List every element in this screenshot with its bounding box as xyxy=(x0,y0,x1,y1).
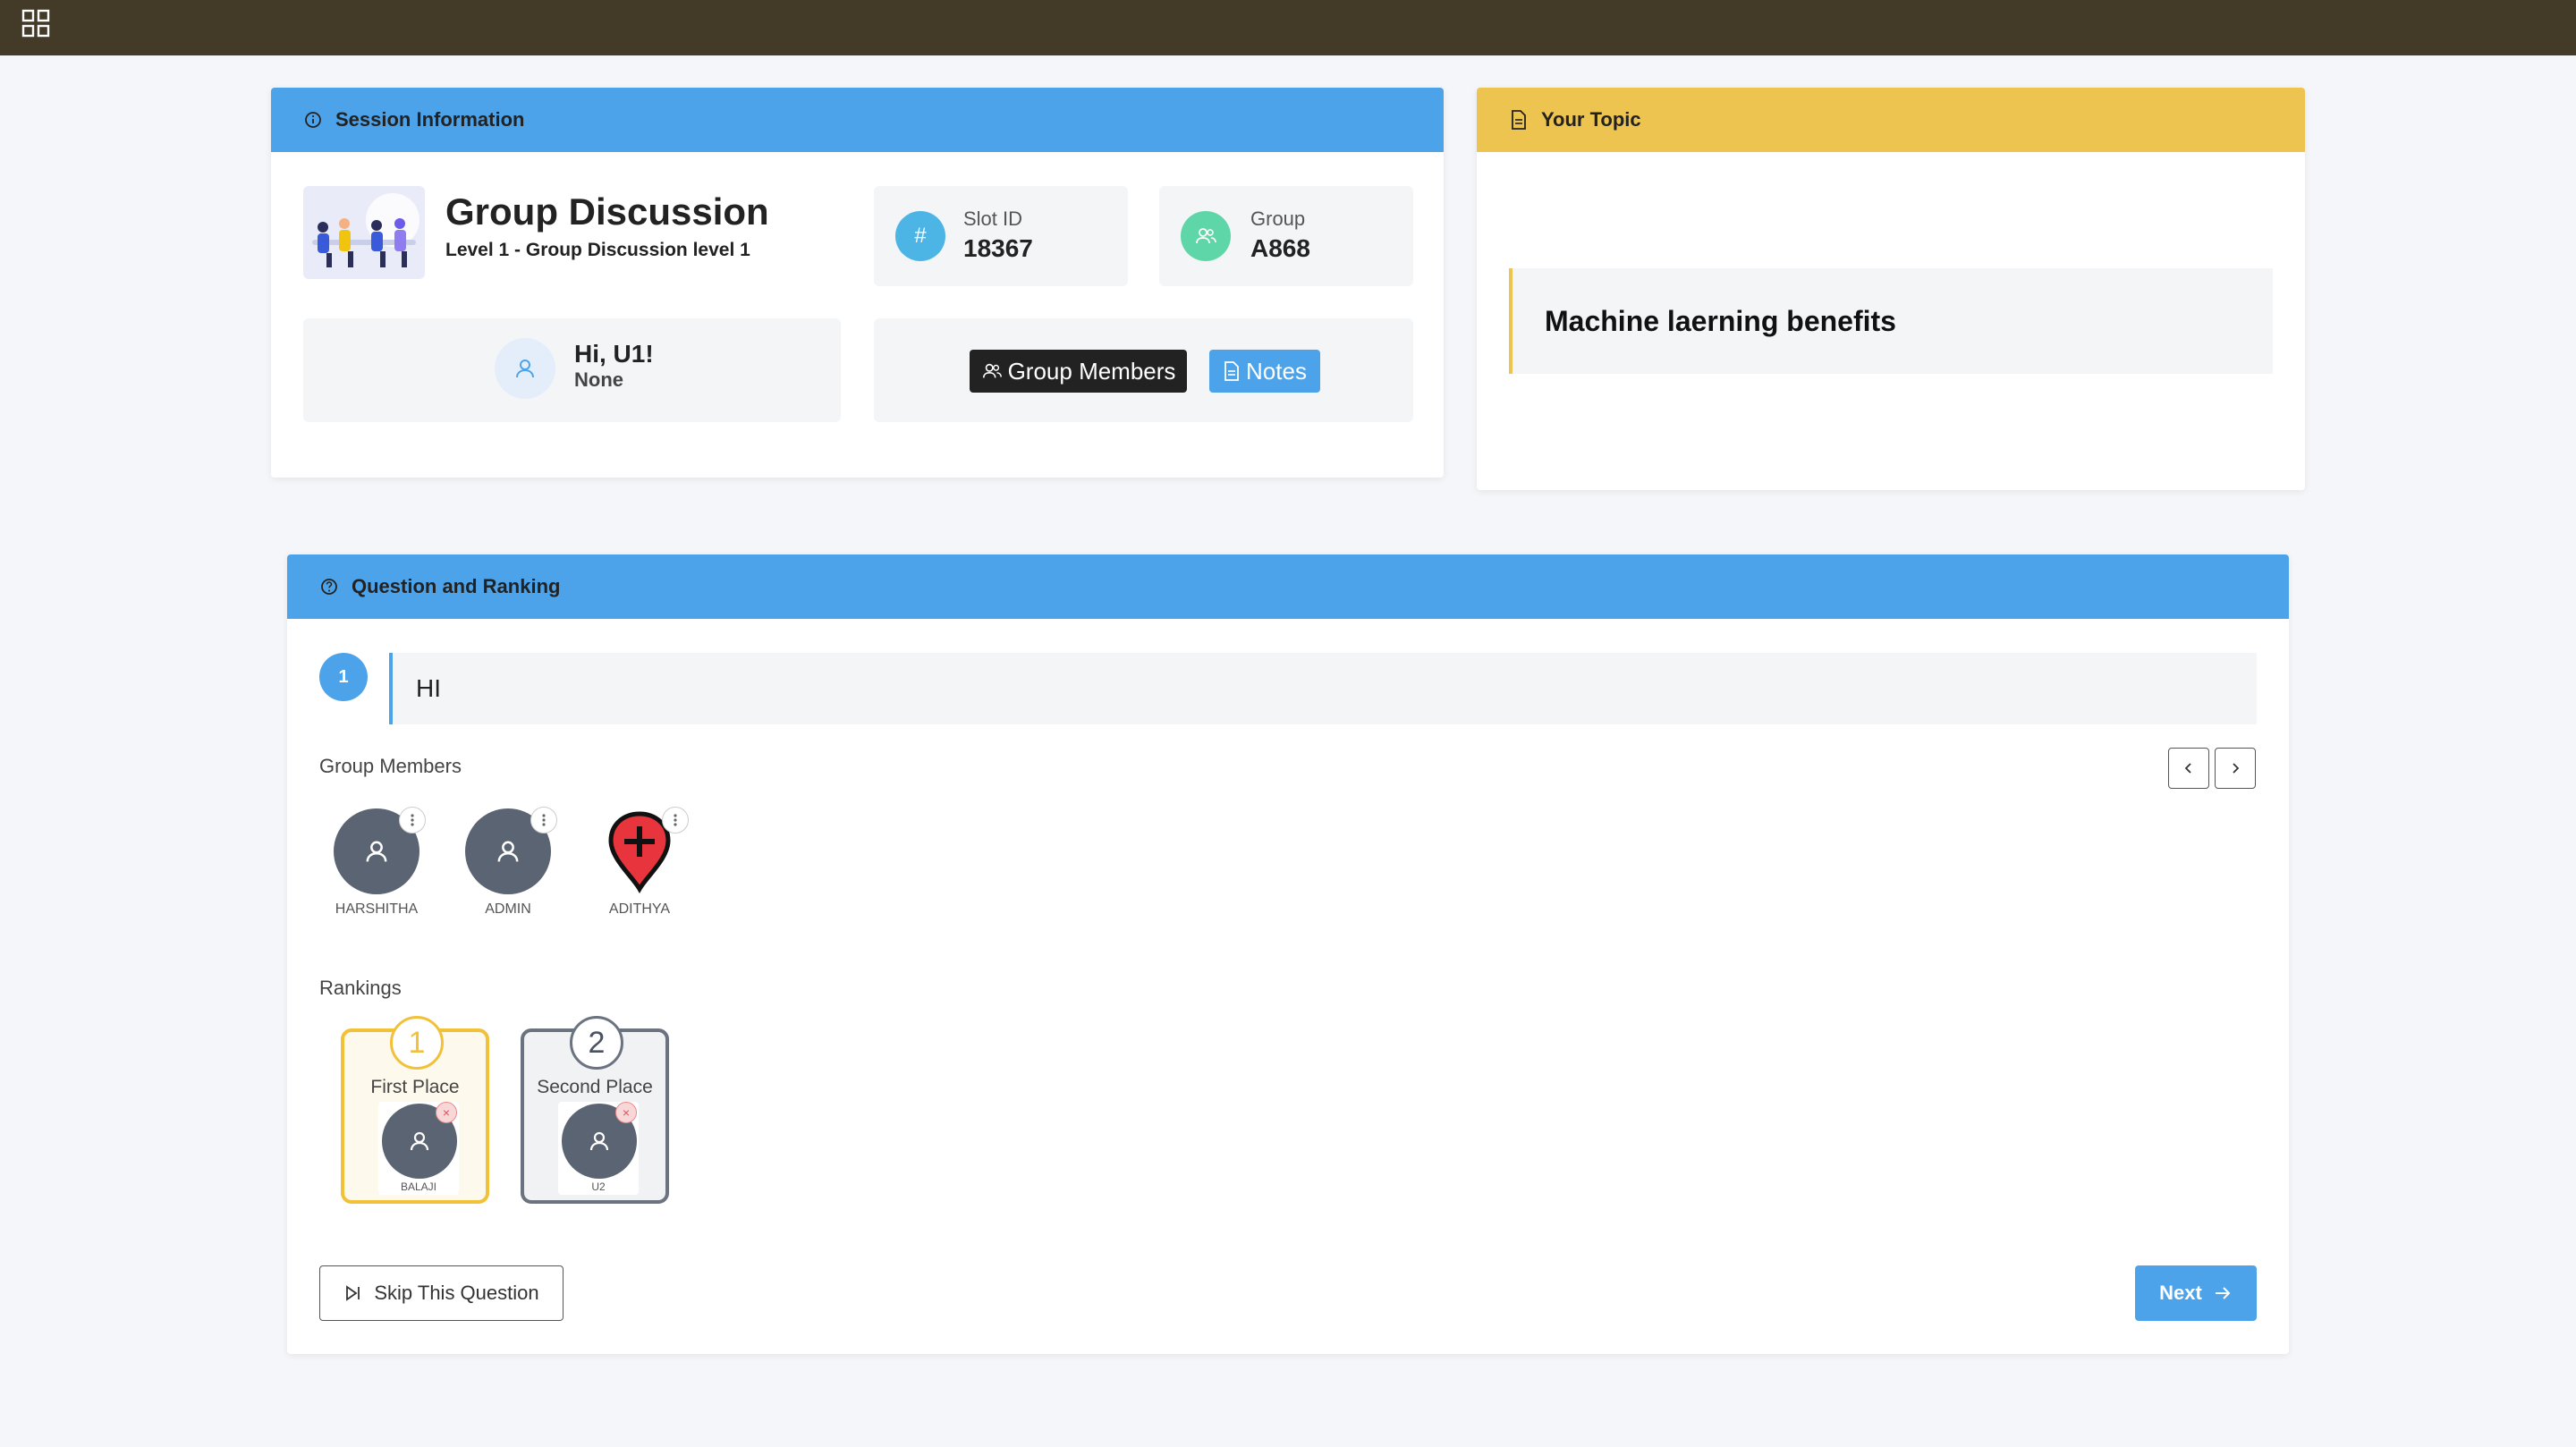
skip-question-button[interactable]: Skip This Question xyxy=(319,1265,564,1321)
notes-button-label: Notes xyxy=(1246,357,1307,385)
session-information-card: Session Information Group Discussion Lev… xyxy=(271,88,1444,478)
rank-number: 2 xyxy=(570,1016,623,1070)
rank-number: 1 xyxy=(390,1016,444,1070)
session-header-title: Session Information xyxy=(335,108,525,131)
users-icon xyxy=(1181,211,1231,261)
session-title: Group Discussion xyxy=(445,190,769,233)
notes-button[interactable]: Notes xyxy=(1209,350,1320,393)
ranked-member-name: U2 xyxy=(591,1180,606,1193)
slot-id-label: Slot ID xyxy=(963,207,1023,230)
remove-icon[interactable]: × xyxy=(615,1102,637,1123)
users-icon xyxy=(982,363,1002,378)
next-button-label: Next xyxy=(2159,1282,2202,1304)
group-members-button-label: Group Members xyxy=(1007,357,1176,385)
grid-icon[interactable] xyxy=(21,9,50,38)
question-ranking-header-title: Question and Ranking xyxy=(352,575,561,597)
user-greeting: Hi, U1! xyxy=(574,340,654,368)
skip-icon xyxy=(346,1285,360,1301)
your-topic-header-title: Your Topic xyxy=(1541,108,1641,131)
chevron-right-icon xyxy=(2233,763,2240,774)
question-number: 1 xyxy=(319,653,368,701)
ranked-member: × BALAJI xyxy=(378,1102,459,1195)
user-role: None xyxy=(574,368,623,391)
your-topic-card: Your Topic Machine laerning benefits xyxy=(1477,88,2305,490)
member-card[interactable]: ADITHYA xyxy=(590,807,689,918)
second-place-slot[interactable]: 2 Second Place × U2 xyxy=(521,1016,669,1204)
info-icon xyxy=(305,112,321,128)
first-place-slot[interactable]: 1 First Place × BALAJI xyxy=(341,1016,489,1204)
member-name: ADITHYA xyxy=(608,901,671,917)
question-ranking-card: Question and Ranking 1 HI Group Members … xyxy=(287,554,2289,1354)
rankings-label: Rankings xyxy=(319,977,402,999)
user-icon xyxy=(589,1131,609,1151)
more-options-icon[interactable] xyxy=(662,807,689,834)
your-topic-header: Your Topic xyxy=(1477,88,2305,152)
user-greeting-tile: Hi, U1! None xyxy=(303,318,841,422)
skip-question-label: Skip This Question xyxy=(374,1282,539,1304)
slot-id-tile: # Slot ID 18367 xyxy=(874,186,1128,286)
group-members-button[interactable]: Group Members xyxy=(970,350,1187,393)
document-icon xyxy=(1512,110,1526,130)
next-button[interactable]: Next xyxy=(2135,1265,2257,1321)
rank-label: First Place xyxy=(370,1077,460,1097)
question-text: HI xyxy=(389,653,2257,724)
group-label: Group xyxy=(1250,207,1306,230)
member-card[interactable]: ADMIN xyxy=(459,807,557,918)
document-icon xyxy=(1224,361,1239,381)
slot-id-value: 18367 xyxy=(963,234,1033,262)
group-members-label: Group Members xyxy=(319,755,462,777)
help-icon xyxy=(321,579,337,595)
ranked-member-name: BALAJI xyxy=(400,1180,437,1193)
question-ranking-header: Question and Ranking xyxy=(287,554,2289,619)
member-card[interactable]: HARSHITHA xyxy=(327,807,426,918)
top-bar xyxy=(0,0,2576,55)
topic-text: Machine laerning benefits xyxy=(1509,268,2273,374)
hash-icon: # xyxy=(895,211,945,261)
user-icon xyxy=(497,841,519,862)
actions-tile: Group Members Notes xyxy=(874,318,1413,422)
session-subtitle: Level 1 - Group Discussion level 1 xyxy=(445,240,750,260)
next-page-button[interactable] xyxy=(2215,748,2256,789)
user-icon xyxy=(495,338,555,399)
more-options-icon[interactable] xyxy=(530,807,557,834)
ranked-member: × U2 xyxy=(558,1102,639,1195)
session-information-header: Session Information xyxy=(271,88,1444,152)
member-name: ADMIN xyxy=(485,901,531,917)
previous-button[interactable] xyxy=(2168,748,2209,789)
remove-icon[interactable]: × xyxy=(436,1102,457,1123)
group-value: A868 xyxy=(1250,234,1310,262)
chevron-left-icon xyxy=(2184,763,2191,774)
arrow-right-icon xyxy=(2215,1287,2231,1299)
user-icon xyxy=(410,1131,429,1151)
group-discussion-illustration xyxy=(303,186,425,279)
more-options-icon[interactable] xyxy=(399,807,426,834)
rank-label: Second Place xyxy=(537,1077,653,1097)
group-tile: Group A868 xyxy=(1159,186,1413,286)
user-icon xyxy=(366,841,387,862)
member-name: HARSHITHA xyxy=(335,901,419,917)
